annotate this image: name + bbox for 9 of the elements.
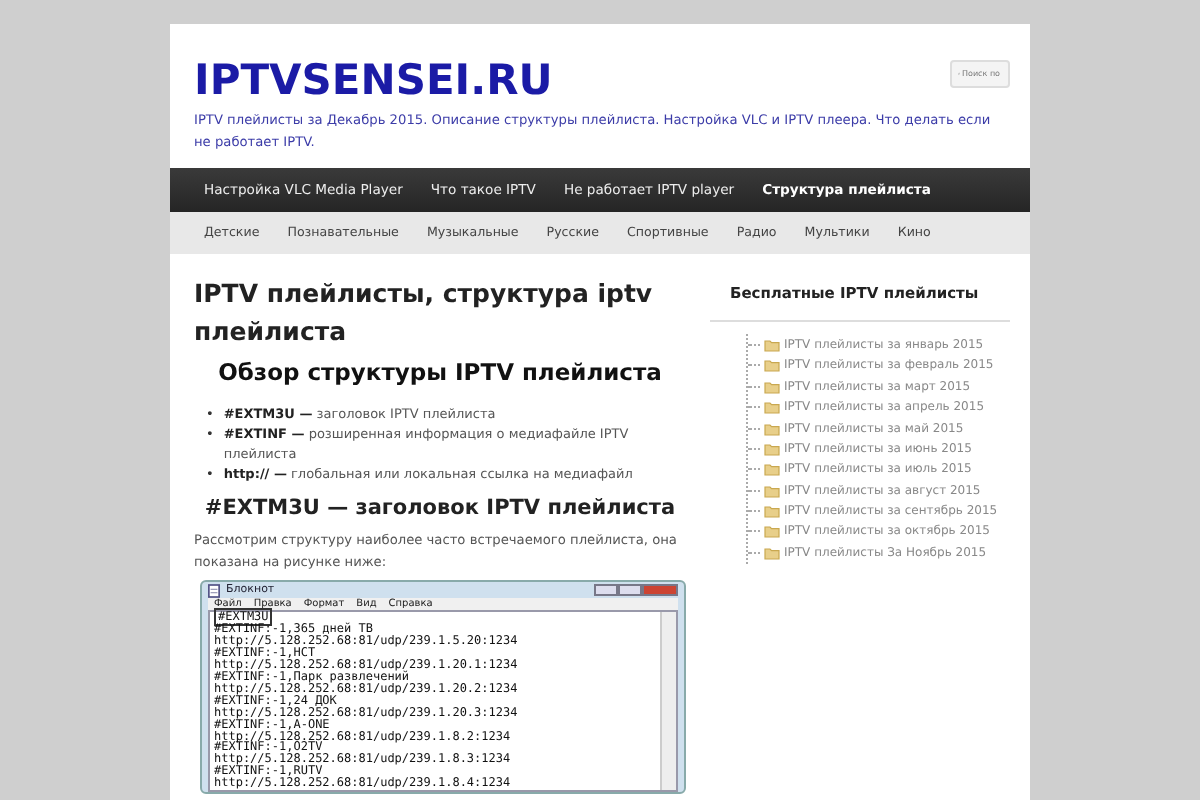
- site-title[interactable]: IPTVSENSEI.RU: [194, 56, 553, 107]
- minimize-button[interactable]: [594, 584, 618, 597]
- notepad-icon: [208, 583, 220, 598]
- scrollbar[interactable]: [660, 612, 676, 791]
- close-button[interactable]: [642, 584, 678, 597]
- article-title: IPTV плейлисты, структура iptv плейлиста: [194, 276, 655, 351]
- section-heading: Обзор структуры IPTV плейлиста: [216, 359, 664, 388]
- maximize-button[interactable]: [618, 584, 642, 597]
- section-heading: #EXTM3U — заголовок IPTV плейлиста: [202, 495, 678, 521]
